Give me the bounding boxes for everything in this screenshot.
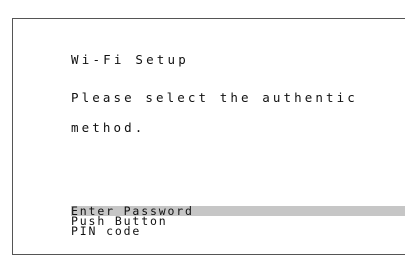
instruction-message: Please select the authentic method. [71, 91, 391, 151]
instruction-line-2: method. [71, 120, 146, 135]
device-screen-frame: Wi-Fi Setup Please select the authentic … [12, 18, 405, 255]
menu-item-pin-code[interactable]: PIN code [71, 225, 405, 237]
instruction-line-1: Please select the authentic [71, 90, 358, 105]
screen-title: Wi-Fi Setup [71, 52, 189, 67]
auth-method-menu: Enter Password Push Button PIN code [71, 205, 405, 237]
